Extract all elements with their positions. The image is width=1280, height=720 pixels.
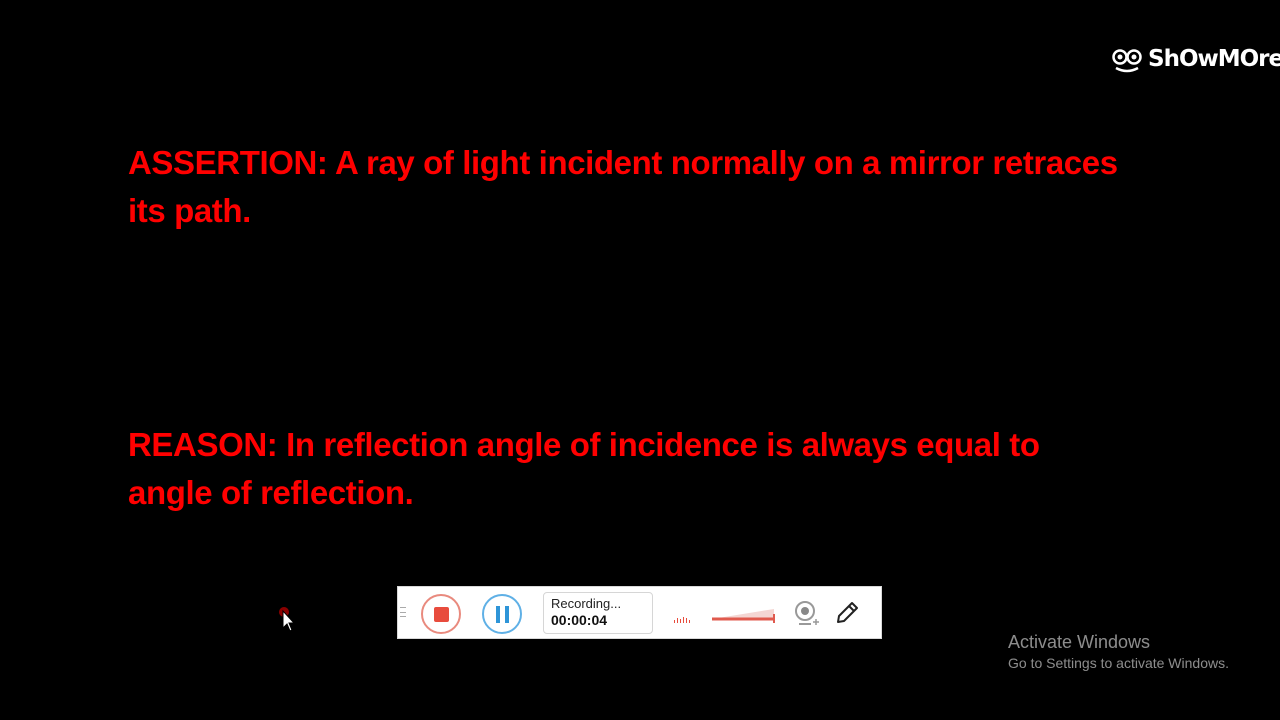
recorder-toolbar: Recording... 00:00:04: [397, 586, 882, 639]
activate-windows-subtitle: Go to Settings to activate Windows.: [1008, 655, 1229, 671]
webcam-icon[interactable]: [793, 600, 821, 628]
activate-windows-title: Activate Windows: [1008, 632, 1151, 652]
showmore-logo-icon: [1112, 49, 1142, 73]
watermark-text: ShOwMOre: [1148, 46, 1280, 72]
pause-button[interactable]: [482, 594, 522, 634]
screen: ShOwMOre ASSERTION: A ray of light incid…: [0, 0, 1280, 720]
elapsed-time: 00:00:04: [551, 612, 608, 628]
assertion-text: ASSERTION: A ray of light incident norma…: [128, 144, 1118, 229]
showmore-watermark: ShOwMOre: [1112, 44, 1280, 74]
reason-text: REASON: In reflection angle of incidence…: [128, 426, 1040, 511]
audio-level-meter: [674, 617, 690, 623]
drag-handle[interactable]: [400, 607, 406, 617]
recording-status: Recording... 00:00:04: [543, 592, 653, 634]
activate-windows-notice: Activate Windows Go to Settings to activ…: [1008, 631, 1229, 673]
pause-icon: [495, 605, 509, 623]
recording-label: Recording...: [551, 596, 622, 611]
pencil-icon[interactable]: [834, 600, 860, 626]
stop-button[interactable]: [421, 594, 461, 634]
stop-icon: [433, 606, 449, 622]
mouse-cursor-icon: [279, 607, 296, 632]
volume-slider[interactable]: [710, 607, 778, 623]
